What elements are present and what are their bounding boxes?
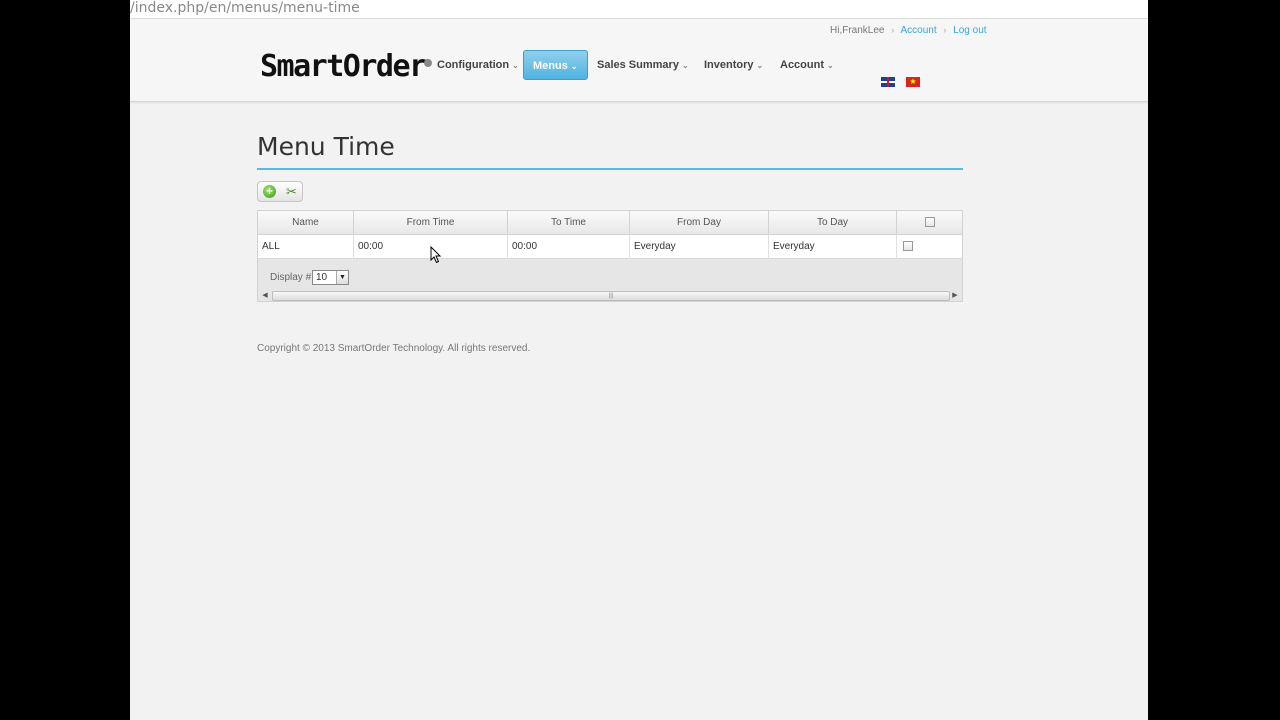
logout-link[interactable]: Log out — [953, 25, 986, 36]
browser-window: /index.php/en/menus/menu-time Hi,FrankLe… — [130, 0, 1148, 720]
nav-account[interactable]: Account ⌄ — [780, 50, 834, 80]
chevron-right-icon: › — [943, 25, 947, 35]
mouse-cursor-icon — [430, 246, 442, 264]
select-all-cell — [897, 211, 962, 235]
grid-header: Name From Time To Time From Day To Day — [258, 211, 962, 235]
grid-toolbar: + ✂ — [257, 181, 303, 202]
scissors-icon[interactable]: ✂ — [285, 185, 298, 198]
nav-inventory[interactable]: Inventory ⌄ — [704, 50, 763, 80]
scroll-left-icon[interactable]: ◀ — [260, 291, 270, 301]
nav-label: Sales Summary — [597, 59, 679, 71]
site-header: Hi,FrankLee › Account › Log out SmartOrd… — [130, 19, 1148, 102]
column-header-from-time[interactable]: From Time — [354, 211, 508, 235]
column-header-name[interactable]: Name — [258, 211, 354, 235]
page-title: Menu Time — [257, 132, 395, 161]
chevron-down-icon: ⌄ — [570, 62, 578, 71]
cell-name: ALL — [258, 235, 354, 259]
chevron-down-icon: ⌄ — [512, 61, 519, 70]
menu-time-grid: Name From Time To Time From Day To Day A… — [257, 210, 963, 302]
user-bar: Hi,FrankLee › Account › Log out — [830, 23, 987, 38]
flag-english-icon[interactable] — [881, 77, 895, 87]
nav-configuration[interactable]: Configuration ⌄ — [437, 50, 519, 80]
scrollbar-thumb[interactable]: ||| — [272, 291, 950, 301]
select-all-checkbox[interactable] — [924, 217, 935, 228]
scroll-right-icon[interactable]: ▶ — [950, 291, 960, 301]
account-link[interactable]: Account — [900, 25, 936, 36]
gear-icon — [424, 59, 432, 67]
horizontal-scrollbar[interactable]: ◀ ||| ▶ — [260, 291, 960, 301]
nav-label: Menus — [533, 60, 568, 72]
greeting: Hi,FrankLee — [830, 25, 885, 36]
add-icon[interactable]: + — [263, 185, 276, 198]
dropdown-arrow-icon[interactable]: ▼ — [336, 271, 348, 284]
page-size-value: 10 — [316, 272, 328, 283]
chevron-down-icon: ⌄ — [827, 61, 834, 70]
nav-label: Inventory — [704, 59, 754, 71]
chevron-down-icon: ⌄ — [681, 61, 689, 70]
address-bar[interactable]: /index.php/en/menus/menu-time — [130, 0, 1148, 19]
nav-label: Account — [780, 59, 824, 71]
row-select-cell — [897, 235, 962, 259]
nav-menus[interactable]: Menus ⌄ — [523, 50, 588, 80]
row-checkbox[interactable] — [903, 241, 913, 252]
logo[interactable]: SmartOrder — [260, 49, 427, 85]
url-text[interactable]: /index.php/en/menus/menu-time — [130, 0, 360, 16]
display-label: Display # — [270, 272, 312, 283]
grid-pager: Display # 10 ▼ ◀ ||| ▶ — [258, 259, 962, 301]
nav-label: Configuration — [437, 59, 510, 71]
column-header-from-day[interactable]: From Day — [630, 211, 769, 235]
column-header-to-day[interactable]: To Day — [769, 211, 897, 235]
nav-sales-summary[interactable]: Sales Summary ⌄ — [597, 50, 689, 80]
table-row[interactable]: ALL 00:00 00:00 Everyday Everyday — [258, 235, 962, 259]
column-header-to-time[interactable]: To Time — [508, 211, 630, 235]
cell-to-day: Everyday — [769, 235, 897, 259]
cell-to-time: 00:00 — [508, 235, 630, 259]
title-divider — [257, 168, 963, 170]
chevron-down-icon: ⌄ — [756, 61, 764, 70]
cell-from-day: Everyday — [630, 235, 769, 259]
copyright: Copyright © 2013 SmartOrder Technology. … — [257, 343, 531, 354]
chevron-right-icon: › — [891, 25, 895, 35]
page-size-select[interactable]: 10 ▼ — [312, 270, 349, 285]
flag-vietnamese-icon[interactable]: ★ — [906, 77, 920, 87]
